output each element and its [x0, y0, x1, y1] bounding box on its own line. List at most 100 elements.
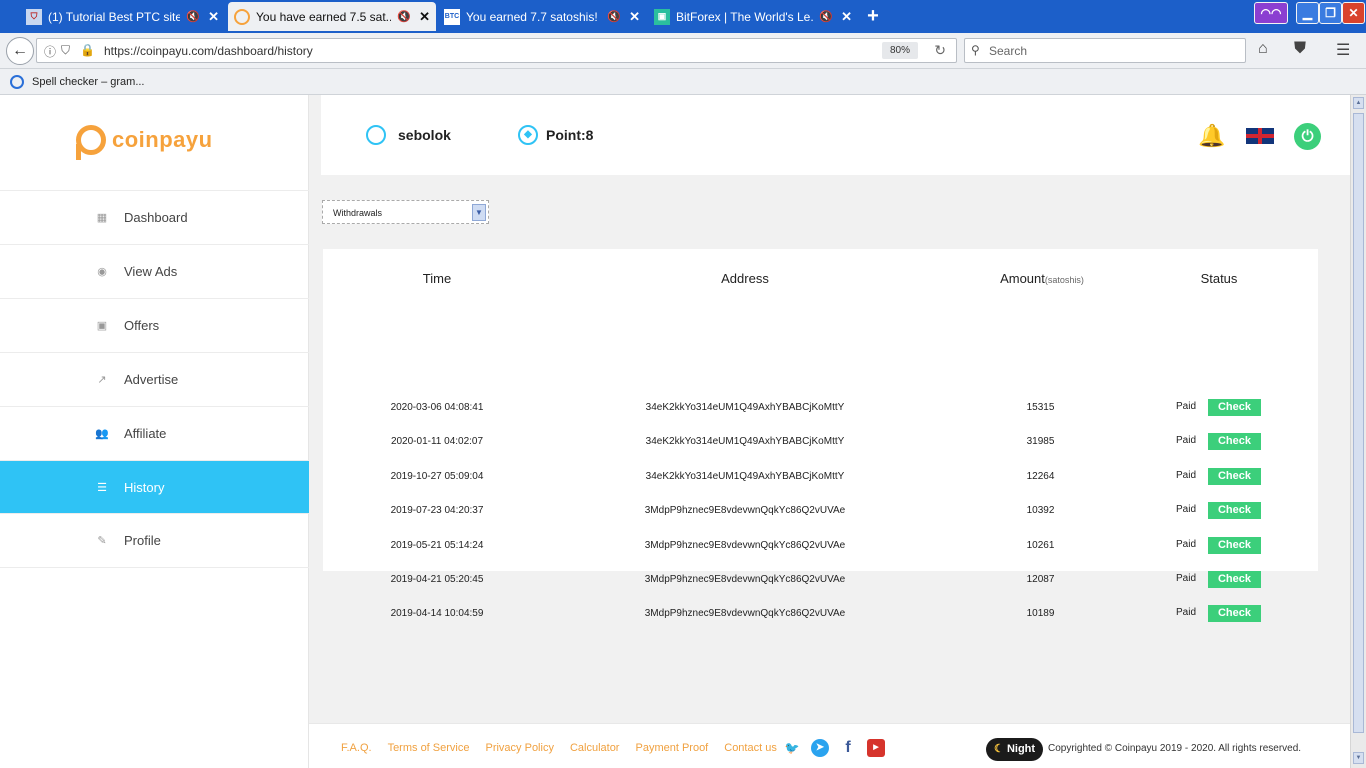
sidebar-item-view-ads[interactable]: ◉ View Ads: [0, 244, 309, 298]
row-address: 34eK2kkYo314eUM1Q49AxhYBABCjKoMttY: [645, 402, 845, 413]
close-tab-icon[interactable]: ✕: [629, 9, 640, 25]
edit-icon: ✎: [97, 535, 107, 547]
sidebar-item-advertise[interactable]: ↗ Advertise: [0, 352, 309, 406]
bookmark-label: Spell checker – gram...: [32, 76, 145, 88]
hamburger-menu-icon[interactable]: ☰: [1336, 40, 1350, 60]
tracking-shield-icon[interactable]: ⛉: [61, 43, 70, 58]
footer-link-privacy[interactable]: Privacy Policy: [485, 742, 553, 754]
power-icon[interactable]: ⏻: [1294, 123, 1321, 150]
page-scrollbar[interactable]: ▲ ▼: [1350, 95, 1366, 768]
check-button[interactable]: Check: [1208, 571, 1261, 588]
bookmark-item[interactable]: Spell checker – gram...: [10, 75, 145, 89]
row-time: 2019-04-14 10:04:59: [390, 608, 484, 619]
footer-link-terms[interactable]: Terms of Service: [388, 742, 470, 754]
uk-flag-icon[interactable]: [1246, 128, 1274, 144]
bell-icon[interactable]: 🔔: [1198, 123, 1225, 149]
footer-link-payment-proof[interactable]: Payment Proof: [635, 742, 708, 754]
close-tab-icon[interactable]: ✕: [841, 9, 852, 25]
row-time: 2019-04-21 05:20:45: [390, 574, 484, 585]
zoom-indicator[interactable]: 80%: [882, 42, 918, 59]
scrollbar-thumb[interactable]: [1353, 113, 1364, 733]
pocket-icon[interactable]: ⛊: [1294, 40, 1306, 58]
reload-icon[interactable]: ↻: [934, 42, 946, 59]
scroll-up-icon[interactable]: ▲: [1353, 97, 1364, 109]
row-address: 3MdpP9hznec9E8vdevwnQqkYc86Q2vUVAe: [644, 505, 846, 516]
select-value: Withdrawals: [333, 208, 383, 218]
status-badge: Paid: [1176, 470, 1197, 481]
check-button[interactable]: Check: [1208, 468, 1261, 485]
grammarly-icon: [10, 75, 24, 89]
sidebar-item-label: Profile: [124, 533, 161, 548]
footer-link-faq[interactable]: F.A.Q.: [341, 742, 372, 754]
footer-link-calculator[interactable]: Calculator: [570, 742, 620, 754]
points-value: Point:8: [546, 127, 594, 143]
check-button[interactable]: Check: [1208, 399, 1261, 416]
mute-icon[interactable]: 🔇: [397, 10, 411, 23]
close-tab-icon[interactable]: ✕: [419, 9, 430, 25]
bookmarks-bar: Spell checker – gram...: [0, 69, 1366, 95]
restore-button[interactable]: ❐: [1319, 2, 1342, 24]
url-text[interactable]: https://coinpayu.com/dashboard/history: [104, 44, 313, 58]
sidebar-item-offers[interactable]: ▣ Offers: [0, 298, 309, 352]
mute-icon[interactable]: 🔇: [186, 10, 200, 23]
mute-icon[interactable]: 🔇: [819, 10, 833, 23]
address-bar[interactable]: ⓘ ⛉ 🔒 https://coinpayu.com/dashboard/his…: [36, 38, 957, 63]
user-info[interactable]: sebolok: [366, 125, 451, 145]
row-time: 2019-05-21 05:14:24: [390, 540, 484, 551]
moon-icon: ☾: [994, 743, 1004, 755]
close-tab-icon[interactable]: ✕: [208, 9, 219, 25]
row-amount: 10189: [1026, 608, 1055, 619]
footer-links: F.A.Q. Terms of Service Privacy Policy C…: [341, 742, 793, 754]
row-amount: 10392: [1026, 505, 1055, 516]
browser-tab-4[interactable]: ▣ BitForex | The World's Le... 🔇 ✕: [648, 2, 858, 31]
search-bar[interactable]: ⚲ Search: [964, 38, 1246, 63]
social-links: 🐦 ➤ f ▶: [783, 739, 895, 757]
scroll-down-icon[interactable]: ▼: [1353, 752, 1364, 764]
private-mask-icon: ◠◠: [1254, 2, 1288, 24]
browser-tab-1[interactable]: ⛉ (1) Tutorial Best PTC site ... 🔇 ✕: [20, 2, 225, 31]
night-mode-toggle[interactable]: ☾ Night: [986, 738, 1044, 761]
browser-tab-2[interactable]: You have earned 7.5 sat... 🔇 ✕: [228, 2, 436, 31]
youtube-icon[interactable]: ▶: [867, 739, 885, 757]
check-button[interactable]: Check: [1208, 502, 1261, 519]
row-time: 2019-10-27 05:09:04: [390, 471, 484, 482]
row-amount: 12264: [1026, 471, 1055, 482]
table-row: 2019-04-14 10:04:59 3MdpP9hznec9E8vdevwn…: [323, 604, 1318, 624]
check-button[interactable]: Check: [1208, 537, 1261, 554]
page-content: coinpayu ▦ Dashboard ◉ View Ads ▣ Offers…: [0, 95, 1350, 768]
bitforex-favicon-icon: ▣: [654, 8, 670, 25]
coinpayu-logo[interactable]: coinpayu: [76, 125, 213, 160]
column-header-status: Status: [1200, 271, 1238, 286]
new-tab-button[interactable]: +: [862, 4, 884, 28]
back-button[interactable]: ←: [6, 37, 34, 65]
row-time: 2020-01-11 04:02:07: [390, 436, 484, 447]
column-header-address: Address: [721, 271, 769, 286]
table-row: 2020-01-11 04:02:07 34eK2kkYo314eUM1Q49A…: [323, 432, 1318, 452]
grid-icon: ▦: [96, 212, 108, 224]
check-button[interactable]: Check: [1208, 605, 1261, 622]
close-window-button[interactable]: ✕: [1342, 2, 1365, 24]
sidebar-item-affiliate[interactable]: 👥 Affiliate: [0, 406, 309, 460]
column-header-amount: Amount(satoshis): [997, 271, 1087, 286]
sidebar-item-profile[interactable]: ✎ Profile: [0, 513, 309, 567]
browser-tab-3[interactable]: BTC You earned 7.7 satoshis! 🔇 ✕: [438, 2, 646, 31]
facebook-icon[interactable]: f: [839, 739, 857, 757]
telegram-icon[interactable]: ➤: [811, 739, 829, 757]
sidebar-item-dashboard[interactable]: ▦ Dashboard: [0, 190, 309, 244]
history-type-select[interactable]: Withdrawals ▼: [322, 200, 489, 224]
row-address: 3MdpP9hznec9E8vdevwnQqkYc86Q2vUVAe: [644, 574, 846, 585]
chevron-down-icon[interactable]: ▼: [472, 204, 486, 221]
lock-icon[interactable]: 🔒: [80, 43, 95, 57]
home-icon[interactable]: ⌂: [1258, 40, 1268, 58]
twitter-icon[interactable]: 🐦: [783, 739, 801, 757]
status-badge: Paid: [1176, 573, 1197, 584]
minimize-button[interactable]: ▁: [1296, 2, 1319, 24]
sidebar-item-label: Affiliate: [124, 426, 167, 441]
sidebar-item-history[interactable]: ☰ History: [0, 460, 309, 513]
search-icon: ⚲: [971, 43, 980, 57]
check-button[interactable]: Check: [1208, 433, 1261, 450]
mute-icon[interactable]: 🔇: [607, 10, 621, 23]
info-icon[interactable]: ⓘ: [44, 43, 56, 60]
users-icon: 👥: [95, 428, 109, 440]
footer-link-contact[interactable]: Contact us: [724, 742, 777, 754]
